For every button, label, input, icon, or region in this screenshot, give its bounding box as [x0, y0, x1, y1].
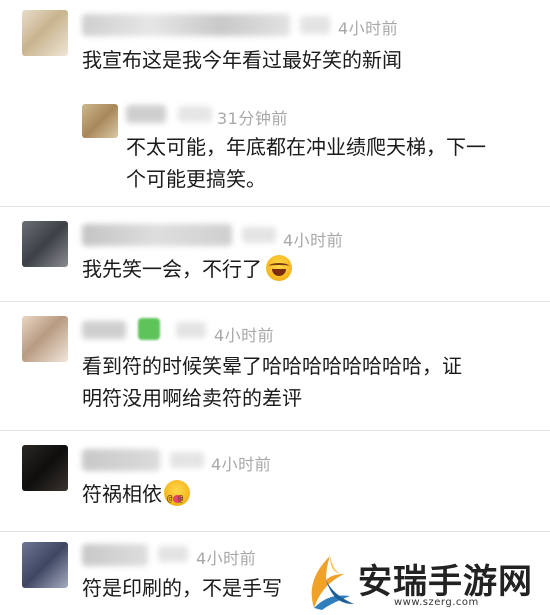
username-blurred[interactable]	[82, 544, 148, 566]
comment-time: 4小时前	[196, 549, 257, 568]
comment-time: 4小时前	[211, 455, 272, 474]
comment-text[interactable]: 符祸相依	[82, 478, 190, 515]
user-badge-blurred	[300, 16, 330, 34]
avatar[interactable]	[22, 221, 68, 267]
reply-text-line-1[interactable]: 不太可能，年底都在冲业绩爬天梯，下一	[126, 131, 486, 163]
comment-text[interactable]: 符是印刷的，不是手写	[82, 572, 282, 604]
username-blurred[interactable]	[82, 321, 126, 339]
comment-item: 4小时前 符祸相依	[0, 431, 550, 531]
comment-time: 4小时前	[338, 19, 399, 38]
watermark-url: www.szerg.com	[394, 597, 479, 608]
comment-time: 4小时前	[283, 231, 344, 250]
user-badge-blurred	[158, 546, 188, 562]
comment-text-line-2[interactable]: 明符没用啊给卖符的差评	[82, 382, 302, 414]
watermark-title: 安瑞手游网	[358, 562, 533, 602]
user-badge-blurred	[178, 106, 212, 122]
username-blurred[interactable]	[126, 105, 166, 123]
comment-text[interactable]: 我宣布这是我今年看过最好笑的新闻	[82, 44, 402, 76]
comment-text-content: 符祸相依	[82, 482, 162, 506]
comment-text-content: 我先笑一会，不行了	[82, 257, 262, 281]
site-watermark: 安瑞手游网 www.szerg.com	[298, 548, 550, 615]
avatar[interactable]	[22, 10, 68, 56]
username-blurred[interactable]	[82, 449, 160, 471]
user-badge-blurred	[242, 227, 276, 243]
user-badge-blurred	[170, 452, 204, 468]
avatar[interactable]	[22, 445, 68, 491]
avatar[interactable]	[22, 316, 68, 362]
avatar[interactable]	[22, 542, 68, 588]
site-logo-icon	[311, 556, 354, 610]
dizzy-face-emoji-icon	[164, 480, 190, 515]
comment-item: 4小时前 我宣布这是我今年看过最好笑的新闻 31分钟前 不太可能，年底都在冲业绩…	[0, 0, 550, 206]
comment-item: 4小时前 我先笑一会，不行了	[0, 207, 550, 301]
reply-time: 31分钟前	[217, 109, 288, 128]
username-blurred[interactable]	[82, 224, 232, 246]
username-blurred[interactable]	[82, 14, 290, 36]
avatar[interactable]	[82, 104, 118, 138]
laughing-crying-emoji-icon	[266, 255, 292, 281]
user-badge-blurred	[138, 318, 160, 340]
comment-time: 4小时前	[214, 326, 275, 345]
comment-item: 4小时前 看到符的时候笑晕了哈哈哈哈哈哈哈哈，证 明符没用啊给卖符的差评	[0, 302, 550, 430]
comment-text-line-1[interactable]: 看到符的时候笑晕了哈哈哈哈哈哈哈哈，证	[82, 350, 462, 382]
user-level-blurred	[176, 322, 206, 338]
comment-text[interactable]: 我先笑一会，不行了	[82, 253, 292, 285]
reply-text-line-2[interactable]: 个可能更搞笑。	[126, 163, 266, 195]
